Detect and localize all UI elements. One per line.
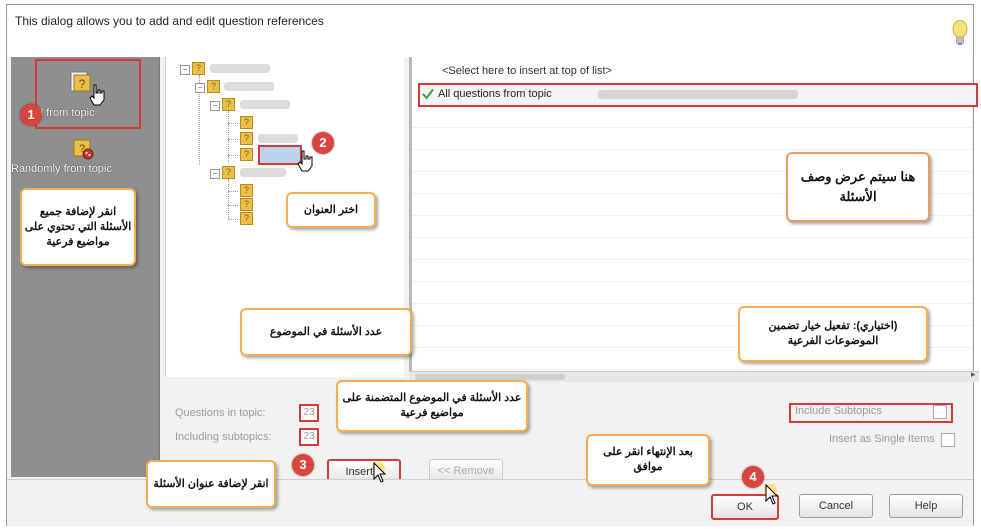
tree-item-label[interactable] [258,134,298,143]
topic-folder-icon[interactable]: ? [240,132,253,145]
including-subtopics-label: Including subtopics: [175,431,272,443]
callout-optional-subtopics: (اختياري): تفعيل خيار تضمين الموضوعات ال… [738,306,928,362]
callout-finish-ok: بعد الإنتهاء انقر على موافق [586,434,710,486]
tree-guide [228,123,238,124]
topic-folder-icon[interactable]: ? [240,148,253,161]
check-icon [422,88,434,100]
tree-collapse-icon[interactable]: − [210,169,220,179]
step-badge-2: 2 [312,132,334,154]
dialog-header: This dialog allows you to add and edit q… [7,5,973,57]
list-row [412,261,972,282]
insert-top-row[interactable]: <Select here to insert at top of list> [442,65,612,77]
randomly-from-topic-icon: ? [73,139,94,160]
hand-cursor-icon [89,84,105,106]
callout-questions-in-topic: عدد الأسئلة في الموضوع [240,308,412,356]
tree-guide [228,155,238,156]
tree-collapse-icon[interactable]: − [195,83,205,93]
tree-guide [228,191,238,192]
tree-item-label[interactable] [210,64,270,73]
step-badge-3: 3 [292,454,314,476]
cancel-button[interactable]: Cancel [799,494,873,518]
arrow-cursor-icon [764,484,779,505]
bottom-panel: Questions in topic: 23 Including subtopi… [165,383,973,485]
insert-single-items-label: Insert as Single Items [829,433,935,445]
topic-folder-icon[interactable]: ? [240,212,253,225]
list-row [412,129,972,150]
tree-guide [228,179,229,219]
tree-guide [228,139,238,140]
topic-folder-icon[interactable]: ? [222,166,235,179]
questions-in-topic-value: 23 [299,404,319,422]
question-topic-path [598,90,798,99]
questions-in-topic-label: Questions in topic: [175,407,266,419]
dialog-window: This dialog allows you to add and edit q… [6,4,979,526]
scroll-right-icon[interactable]: ▸ [971,369,976,380]
including-subtopics-value: 23 [299,428,319,446]
list-row [412,107,972,128]
tree-guide [228,205,238,206]
svg-text:?: ? [79,77,86,91]
step-badge-1: 1 [20,104,42,126]
step-badge-4: 4 [742,466,764,488]
tree-guide [228,219,238,220]
arrow-cursor-icon [372,462,387,483]
callout-questions-in-subtopics: عدد الأسئلة في الموضوع المتضمنة على مواض… [336,380,528,432]
list-row [412,239,972,260]
topic-folder-icon[interactable]: ? [207,80,220,93]
tree-item-label[interactable] [224,82,274,91]
randomly-from-topic-button[interactable]: ? Randomly from topic [11,133,133,195]
insert-single-items-checkbox[interactable] [941,433,955,447]
topic-folder-icon[interactable]: ? [192,62,205,75]
topic-folder-icon[interactable]: ? [240,184,253,197]
tree-item-label[interactable] [240,168,286,177]
callout-add-all: انقر لإضافة جميع الأسئلة التي تحتوي على … [20,188,136,266]
all-from-topic-button[interactable]: ? All from topic [31,61,133,123]
selected-question-row[interactable]: All questions from topic [418,83,978,107]
topic-folder-icon[interactable]: ? [240,198,253,211]
tree-collapse-icon[interactable]: − [210,101,220,111]
help-button[interactable]: Help [889,494,963,518]
include-subtopics-checkbox[interactable] [933,405,947,419]
tree-item-label[interactable] [240,100,290,109]
selected-question-label: All questions from topic [438,88,552,100]
callout-insert-title: انقر لإضافة عنوان الأسئلة [146,460,276,508]
include-subtopics-label: Include Subtopics [795,405,882,417]
list-row [412,283,972,304]
all-from-topic-label: All from topic [31,107,95,119]
hand-cursor-icon [297,150,313,172]
topic-folder-icon[interactable]: ? [240,116,253,129]
topic-folder-icon[interactable]: ? [222,98,235,111]
callout-list-description: هنا سيتم عرض وصف الأسئلة [786,152,930,222]
lightbulb-icon [952,20,968,45]
tree-collapse-icon[interactable]: − [180,65,190,75]
header-text: This dialog allows you to add and edit q… [15,14,324,28]
callout-choose-title: اختر العنوان [286,192,376,228]
randomly-from-topic-label: Randomly from topic [11,163,112,175]
